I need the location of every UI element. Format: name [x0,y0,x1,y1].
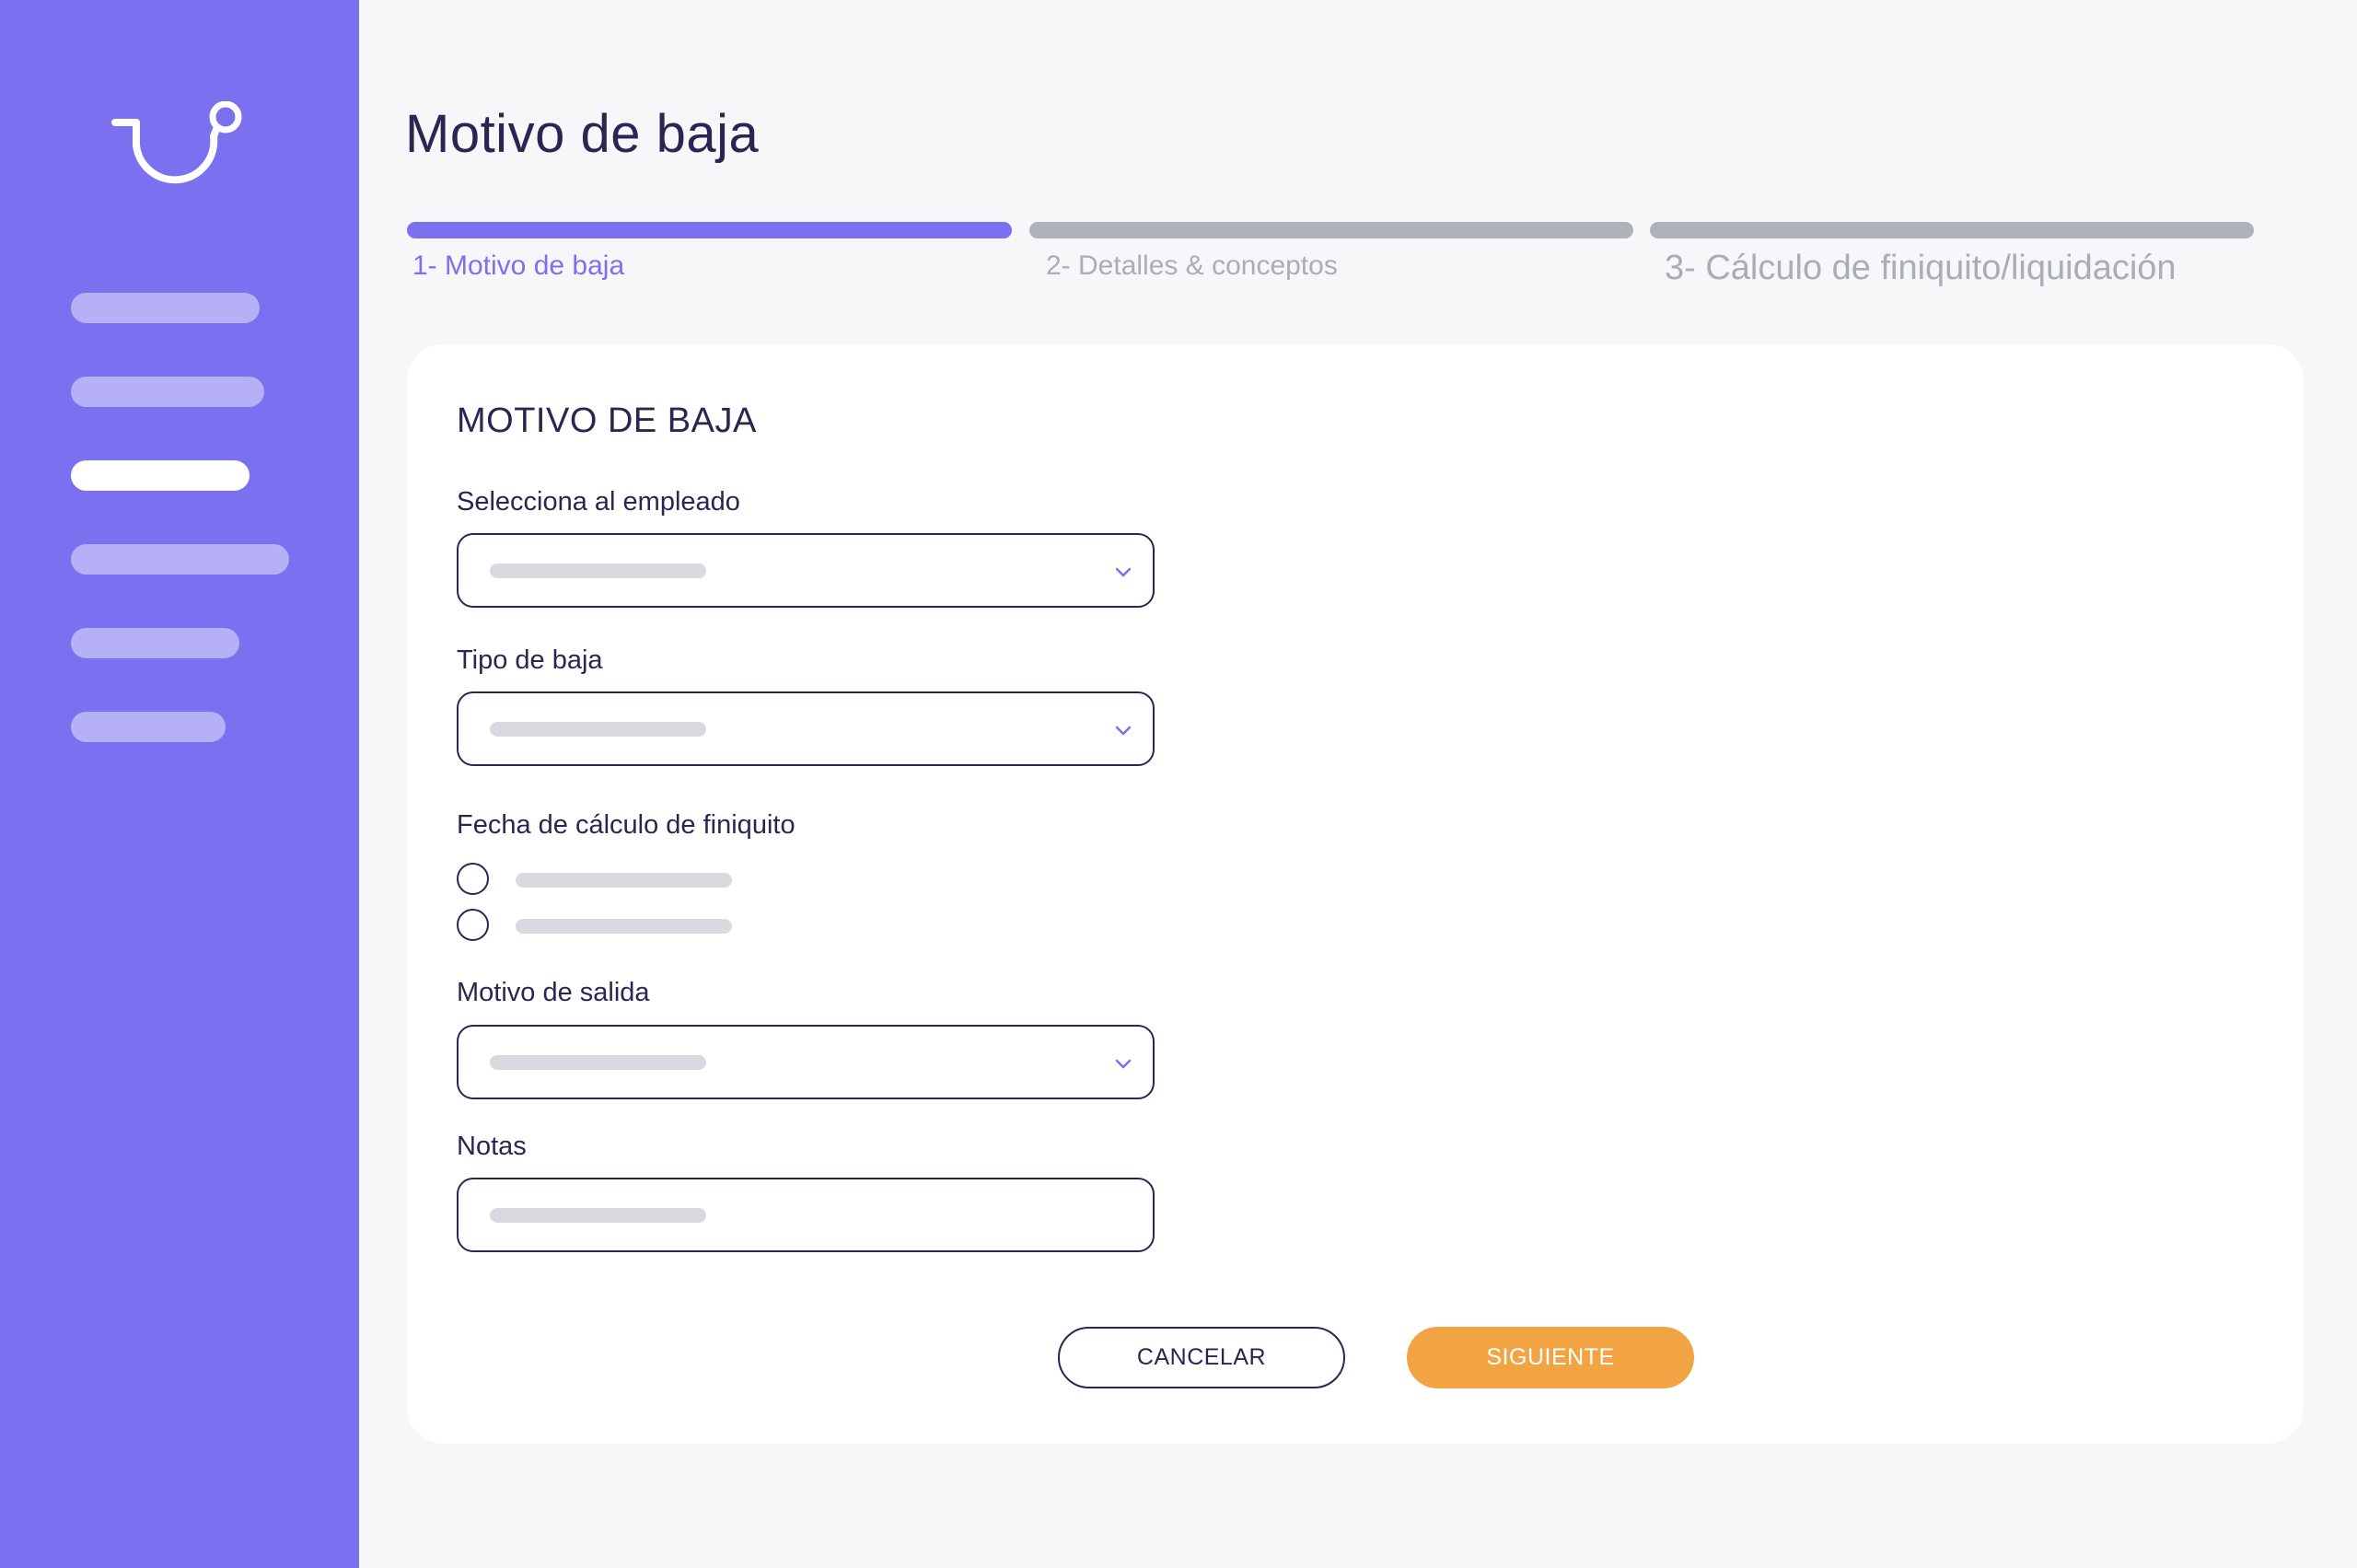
date-label: Fecha de cálculo de finiquito [457,810,795,840]
sidebar-nav-item-1[interactable] [71,293,260,323]
notes-label: Notas [457,1132,527,1161]
date-radio-option-2[interactable] [457,909,825,942]
step-1-label[interactable]: 1- Motivo de baja [412,250,624,282]
notes-input[interactable] [457,1178,1155,1252]
sidebar-nav-item-2[interactable] [71,377,264,407]
type-select-placeholder [490,722,706,737]
radio-option-placeholder [516,873,732,888]
sidebar-nav-item-6[interactable] [71,712,226,742]
employee-select[interactable] [457,533,1155,608]
radio-button[interactable] [457,863,489,895]
brand-logo-icon[interactable] [110,101,249,198]
radio-button[interactable] [457,909,489,941]
step-2-progress-bar [1029,222,1633,238]
step-3-label[interactable]: 3- Cálculo de finiquito/liquidación [1665,249,2177,288]
date-radio-option-1[interactable] [457,863,825,896]
main-content: Motivo de baja 1- Motivo de baja 2- Deta… [359,0,2357,1568]
chevron-down-icon [1115,567,1132,577]
sidebar-nav-item-5[interactable] [71,628,239,658]
sidebar-nav-item-4[interactable] [71,544,289,575]
form-title: MOTIVO DE BAJA [457,401,757,440]
sidebar [0,0,359,1568]
employee-select-placeholder [490,563,706,578]
form-card: MOTIVO DE BAJA Selecciona al empleado Ti… [407,344,2304,1444]
type-select[interactable] [457,691,1155,766]
step-1-progress-bar [407,222,1012,238]
type-label: Tipo de baja [457,645,603,675]
chevron-down-icon [1115,1059,1132,1069]
next-button[interactable]: SIGUIENTE [1407,1327,1694,1388]
reason-select[interactable] [457,1025,1155,1099]
reason-select-placeholder [490,1055,706,1070]
page-title: Motivo de baja [405,104,760,164]
chevron-down-icon [1115,726,1132,736]
sidebar-nav-item-3-active[interactable] [71,460,250,491]
employee-label: Selecciona al empleado [457,487,740,517]
reason-label: Motivo de salida [457,978,650,1007]
radio-option-placeholder [516,919,732,934]
step-3-progress-bar [1650,222,2254,238]
notes-input-placeholder [490,1208,706,1223]
cancel-button[interactable]: CANCELAR [1058,1327,1345,1388]
step-2-label[interactable]: 2- Detalles & conceptos [1046,250,1338,282]
